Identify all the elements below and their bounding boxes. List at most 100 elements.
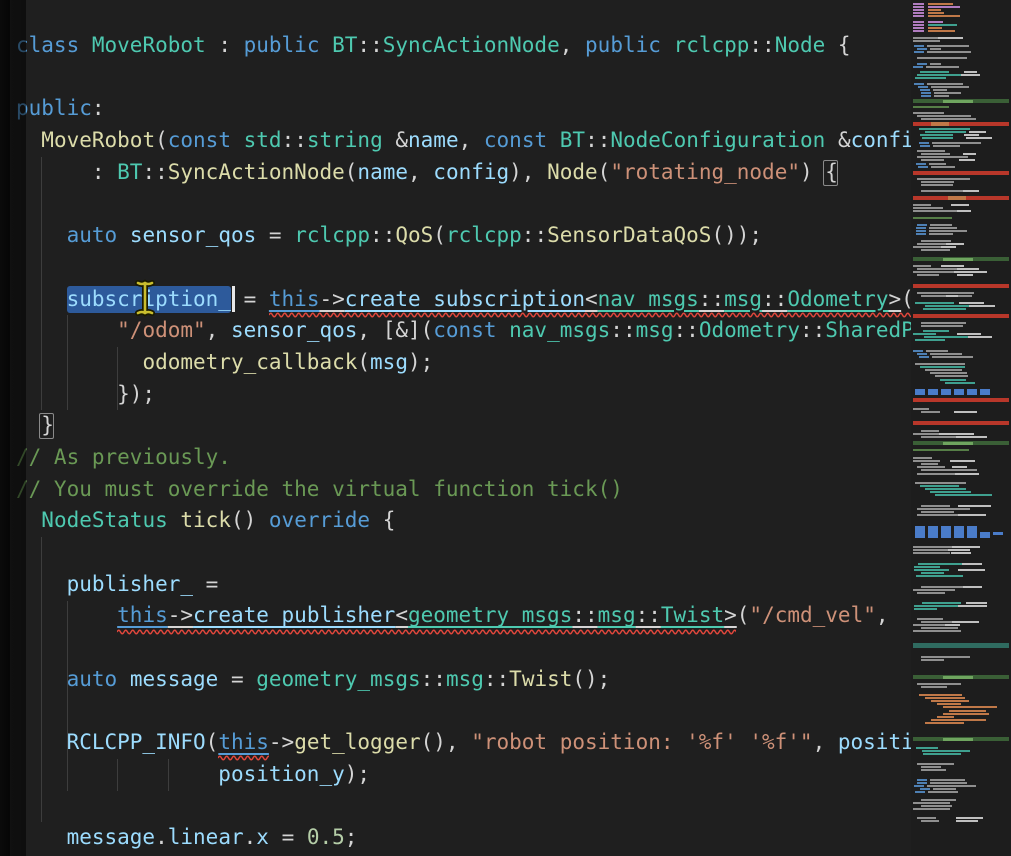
minimap-line xyxy=(925,369,962,371)
minimap-line xyxy=(913,217,952,219)
minimap-line xyxy=(921,586,963,588)
minimap-line xyxy=(913,3,924,5)
minimap-line xyxy=(925,697,965,699)
minimap-line xyxy=(954,411,977,413)
minimap-line xyxy=(950,460,975,462)
minimap-line xyxy=(913,460,940,462)
minimap-line xyxy=(913,408,929,410)
minimap-line xyxy=(920,71,949,73)
code-line xyxy=(16,62,911,94)
minimap-line xyxy=(943,706,997,708)
minimap-line xyxy=(917,178,970,180)
minimap-line xyxy=(943,442,973,445)
minimap-line xyxy=(939,433,974,435)
minimap-line xyxy=(925,722,964,724)
minimap-line xyxy=(922,750,971,752)
minimap-line xyxy=(941,392,951,395)
minimap-line xyxy=(915,77,946,79)
minimap-line xyxy=(913,808,950,810)
minimap-line xyxy=(913,204,931,206)
code-line: auto message = geometry_msgs::msg::Twist… xyxy=(16,664,911,696)
minimap-line xyxy=(928,3,953,5)
minimap-line xyxy=(917,150,945,152)
minimap-line xyxy=(932,356,974,358)
minimap-line xyxy=(937,716,954,718)
minimap-line xyxy=(913,30,924,32)
minimap-line xyxy=(941,265,964,267)
minimap-line xyxy=(913,122,1009,126)
minimap-line xyxy=(913,265,931,267)
minimap-line xyxy=(921,469,977,471)
minimap-line xyxy=(921,820,939,822)
minimap-line xyxy=(914,608,936,610)
minimap-line xyxy=(931,122,949,126)
minimap-line xyxy=(926,350,948,352)
minimap-line xyxy=(938,37,963,39)
minimap-line xyxy=(913,802,950,804)
minimap-line xyxy=(913,643,1009,648)
minimap-line xyxy=(913,449,969,451)
minimap-line xyxy=(928,27,942,29)
minimap-line xyxy=(917,466,945,468)
minimap-line xyxy=(926,66,958,68)
minimap-line xyxy=(913,171,1009,175)
minimap-line xyxy=(980,392,990,395)
code-line: NodeStatus tick() override { xyxy=(16,505,911,537)
minimap-line xyxy=(928,21,943,23)
minimap-line xyxy=(920,485,959,487)
minimap-line xyxy=(913,398,1009,402)
minimap-line xyxy=(929,163,946,165)
minimap-line xyxy=(914,785,924,787)
minimap-line xyxy=(921,766,941,768)
minimap-line xyxy=(917,508,970,510)
minimap-line xyxy=(956,820,979,822)
code-line xyxy=(16,632,911,664)
code-text: class MoveRobot : public BT::SyncActionN… xyxy=(16,30,911,854)
code-line xyxy=(16,537,911,569)
minimap-line xyxy=(946,295,958,297)
minimap-line xyxy=(913,6,924,8)
minimap-line xyxy=(956,817,983,819)
minimap-line xyxy=(914,605,964,607)
minimap-line xyxy=(941,535,951,538)
minimap-line xyxy=(923,330,949,332)
minimap-line xyxy=(943,738,973,741)
minimap-line xyxy=(914,83,924,85)
minimap-line xyxy=(921,659,944,661)
minimap-line xyxy=(930,372,967,374)
minimap-line xyxy=(913,27,924,29)
code-line: publisher_ = xyxy=(16,569,911,601)
minimap-line xyxy=(964,134,979,136)
minimap-line xyxy=(913,246,942,248)
minimap-line xyxy=(917,156,968,158)
minimap-line xyxy=(927,83,963,85)
minimap-line xyxy=(968,336,992,338)
minimap-line xyxy=(917,48,927,50)
minimap-line xyxy=(913,314,1009,318)
minimap-line xyxy=(913,630,961,632)
minimap-line xyxy=(954,271,987,273)
minimap-line xyxy=(967,535,977,538)
minimap[interactable] xyxy=(911,0,1011,856)
minimap-line xyxy=(921,159,944,161)
minimap-line xyxy=(917,224,927,226)
code-line: odometry_callback(msg); xyxy=(16,347,911,379)
minimap-line xyxy=(917,618,943,620)
minimap-line xyxy=(919,142,929,144)
code-editor[interactable]: class MoveRobot : public BT::SyncActionN… xyxy=(0,0,911,856)
code-line: "/odom", sensor_qos, [&](const nav_msgs:… xyxy=(16,315,911,347)
minimap-line xyxy=(918,86,928,88)
minimap-line xyxy=(949,710,986,712)
minimap-line xyxy=(954,535,964,538)
minimap-line xyxy=(915,339,945,341)
minimap-line xyxy=(913,15,924,17)
minimap-line xyxy=(913,207,943,209)
minimap-line xyxy=(957,268,978,270)
minimap-line xyxy=(958,569,984,571)
minimap-line xyxy=(969,305,995,307)
code-line: RCLCPP_INFO(this->get_logger(), "robot p… xyxy=(16,727,911,759)
minimap-line xyxy=(916,747,938,749)
code-line: class MoveRobot : public BT::SyncActionN… xyxy=(16,30,911,62)
minimap-line xyxy=(945,624,960,626)
minimap-line xyxy=(913,24,924,26)
